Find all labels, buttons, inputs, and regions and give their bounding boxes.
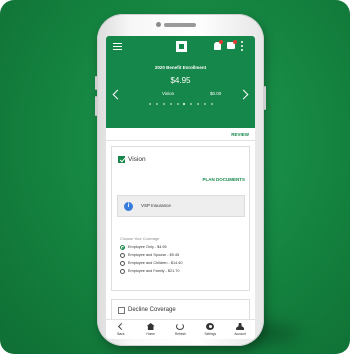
plan-documents-link[interactable]: PLAN DOCUMENTS — [203, 177, 246, 182]
tab-label: Home — [146, 332, 155, 336]
coverage-option-label: Employee Only - $4.95 — [128, 245, 167, 249]
refresh-icon — [176, 323, 185, 330]
tab-settings[interactable]: Settings — [199, 320, 221, 339]
home-icon — [146, 323, 155, 330]
vision-checkbox[interactable] — [118, 156, 125, 163]
notification-badge — [219, 40, 223, 44]
back-icon — [117, 322, 125, 331]
coverage-option-label: Employee and Family - $21.70 — [128, 269, 180, 273]
tab-label: Settings — [204, 332, 217, 336]
provider-box: i VSP Insurance — [117, 195, 245, 217]
vision-card: Vision PLAN DOCUMENTS i VSP Insurance Ch… — [111, 146, 250, 291]
info-icon[interactable]: i — [124, 202, 133, 211]
menu-icon[interactable] — [113, 43, 122, 50]
vision-label: Vision — [128, 156, 146, 163]
prev-arrow-icon[interactable] — [112, 89, 123, 100]
decline-card[interactable]: Decline Coverage — [111, 299, 250, 321]
more-icon[interactable] — [241, 41, 243, 51]
radio-unselected[interactable] — [120, 269, 125, 274]
next-arrow-icon[interactable] — [238, 89, 249, 100]
app-screen: 2020 Benefit Enrollment $4.95 Vision $0.… — [106, 36, 255, 339]
review-bar: REVIEW — [106, 128, 255, 141]
tab-refresh[interactable]: Refresh — [169, 320, 191, 339]
provider-name: VSP Insurance — [141, 203, 171, 208]
user-icon — [236, 323, 245, 330]
plan-price: $0.00 — [210, 91, 222, 96]
carousel-dots — [149, 103, 213, 105]
background: 2020 Benefit Enrollment $4.95 Vision $0.… — [0, 0, 350, 354]
coverage-option-label: Employee and Children - $14.40 — [128, 261, 183, 265]
tab-label: Back — [117, 332, 125, 336]
gear-icon — [206, 323, 215, 330]
brand-logo — [176, 41, 187, 52]
volume-button — [95, 96, 97, 116]
coverage-option-label: Employee and Spouse - $9.45 — [128, 253, 180, 257]
front-camera — [156, 22, 161, 27]
enrollment-title: 2020 Benefit Enrollment — [154, 65, 207, 70]
tab-home[interactable]: Home — [140, 320, 162, 339]
tab-account[interactable]: Account — [229, 320, 251, 339]
coverage-prompt: Choose Your Coverage — [120, 237, 160, 241]
speaker — [164, 23, 196, 27]
plan-name: Vision — [162, 91, 175, 96]
tab-label: Refresh — [174, 332, 187, 336]
radio-unselected[interactable] — [120, 253, 125, 258]
decline-checkbox[interactable] — [118, 307, 125, 314]
tab-label: Account — [234, 332, 246, 336]
review-link[interactable]: REVIEW — [231, 132, 249, 137]
decline-label: Decline Coverage — [128, 307, 176, 313]
radio-unselected[interactable] — [120, 261, 125, 266]
side-button — [264, 86, 266, 110]
phone-mockup: 2020 Benefit Enrollment $4.95 Vision $0.… — [95, 14, 266, 346]
tab-back[interactable]: Back — [110, 320, 132, 339]
power-button — [95, 76, 97, 90]
total-price: $4.95 — [170, 76, 191, 85]
bottom-tab-bar: Back Home Refresh Settings Account — [106, 319, 255, 339]
chat-badge — [233, 40, 237, 44]
radio-selected[interactable] — [120, 245, 125, 250]
app-header: 2020 Benefit Enrollment $4.95 Vision $0.… — [106, 36, 255, 128]
